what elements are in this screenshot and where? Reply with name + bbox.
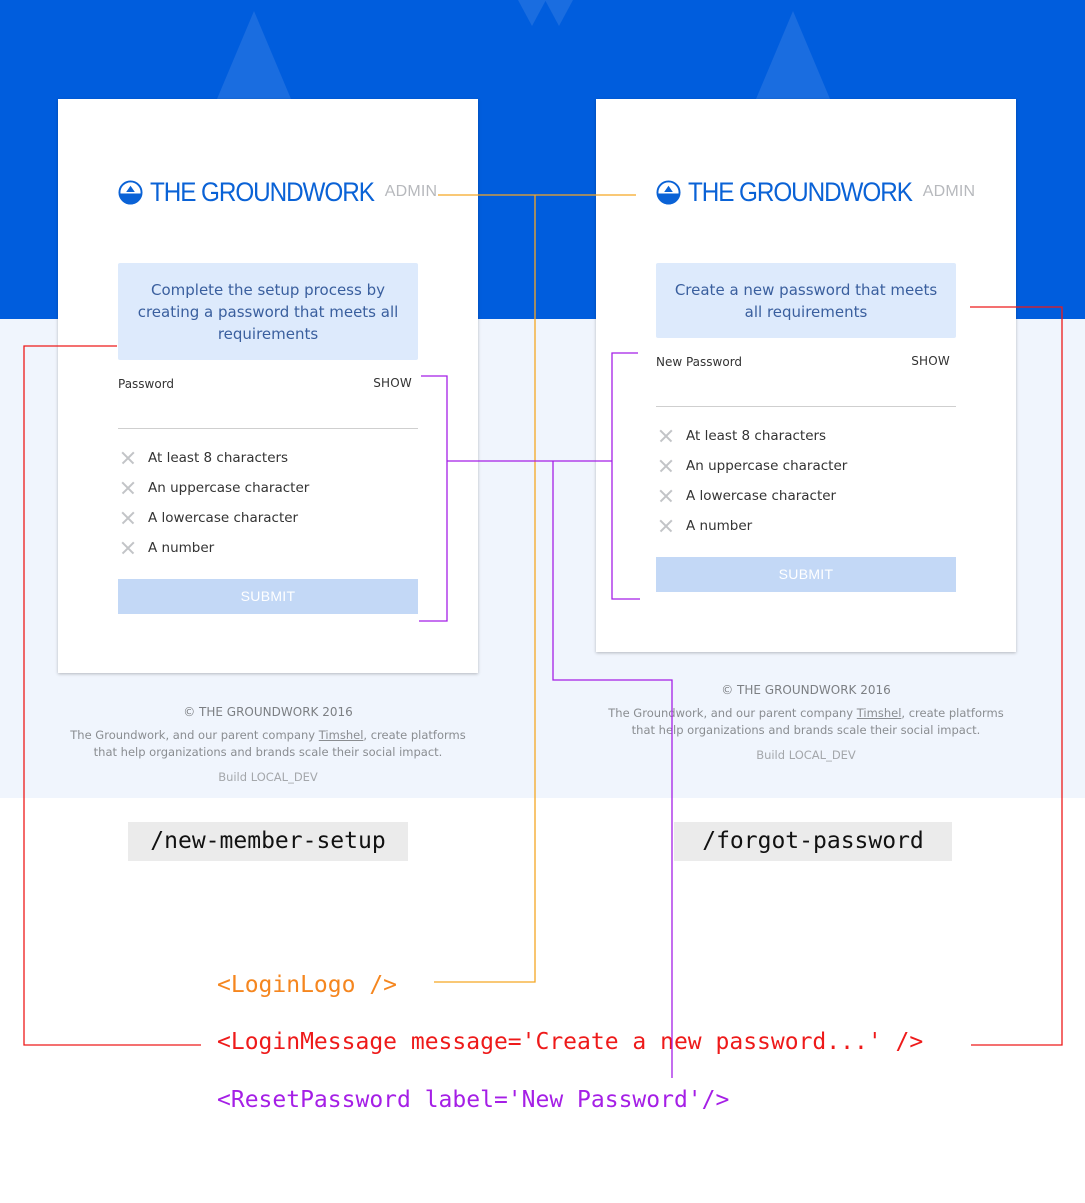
login-logo: THE GROUNDWORK ADMIN — [118, 175, 437, 209]
requirement-text: A lowercase character — [686, 488, 837, 504]
requirement-text: An uppercase character — [148, 480, 310, 496]
background-triangle — [217, 11, 291, 99]
x-icon — [118, 448, 138, 468]
background-triangle — [545, 0, 573, 26]
submit-button[interactable]: SUBMIT — [656, 557, 956, 592]
x-icon — [118, 508, 138, 528]
timshel-link[interactable]: Timshel — [857, 706, 902, 720]
password-label: Password — [118, 377, 175, 391]
timshel-link[interactable]: Timshel — [319, 728, 364, 742]
requirement-item: At least 8 characters — [118, 443, 418, 473]
build-label: Build LOCAL_DEV — [756, 748, 856, 762]
requirement-item: An uppercase character — [656, 451, 956, 481]
show-password-toggle[interactable]: SHOW — [373, 376, 412, 390]
login-footer: © THE GROUNDWORK 2016 The Groundwork, an… — [58, 705, 478, 784]
show-password-toggle[interactable]: SHOW — [911, 354, 950, 368]
requirement-text: An uppercase character — [686, 458, 848, 474]
requirement-item: A lowercase character — [118, 503, 418, 533]
x-icon — [118, 538, 138, 558]
forgot-password-card: THE GROUNDWORK ADMIN Create a new passwo… — [596, 99, 1016, 652]
footer-blurb: The Groundwork, and our parent company T… — [596, 705, 1016, 739]
password-requirements: At least 8 characters An uppercase chara… — [656, 421, 956, 541]
logo-title: THE GROUNDWORK — [688, 176, 913, 207]
background-triangle — [518, 0, 546, 26]
logo-admin-label: ADMIN — [922, 183, 976, 200]
requirement-text: At least 8 characters — [148, 450, 289, 466]
logo-admin-label: ADMIN — [384, 183, 438, 200]
login-message: Complete the setup process by creating a… — [118, 263, 418, 360]
footer-blurb: The Groundwork, and our parent company T… — [58, 727, 478, 761]
build-label: Build LOCAL_DEV — [218, 770, 318, 784]
requirement-item: At least 8 characters — [656, 421, 956, 451]
password-underline — [656, 406, 956, 407]
login-logo: THE GROUNDWORK ADMIN — [656, 175, 975, 209]
groundwork-logo-icon — [656, 179, 681, 205]
logo-title: THE GROUNDWORK — [150, 176, 375, 207]
requirement-item: A lowercase character — [656, 481, 956, 511]
requirement-text: A number — [686, 518, 753, 534]
login-message: Create a new password that meets all req… — [656, 263, 956, 338]
requirement-item: A number — [118, 533, 418, 563]
route-label-forgot-password: /forgot-password — [674, 822, 952, 861]
groundwork-logo-icon — [118, 179, 143, 205]
x-icon — [118, 478, 138, 498]
new-member-setup-card: THE GROUNDWORK ADMIN Complete the setup … — [58, 99, 478, 673]
password-requirements: At least 8 characters An uppercase chara… — [118, 443, 418, 563]
component-login-logo: <LoginLogo /> — [217, 972, 398, 998]
blurb-text: The Groundwork, and our parent company — [70, 728, 319, 742]
password-label: New Password — [656, 355, 743, 369]
password-input[interactable] — [656, 381, 956, 403]
submit-button[interactable]: SUBMIT — [118, 579, 418, 614]
x-icon — [656, 516, 676, 536]
password-underline — [118, 428, 418, 429]
requirement-text: A lowercase character — [148, 510, 299, 526]
password-input[interactable] — [118, 403, 418, 425]
requirement-text: A number — [148, 540, 215, 556]
x-icon — [656, 426, 676, 446]
requirement-item: An uppercase character — [118, 473, 418, 503]
copyright-text: © THE GROUNDWORK 2016 — [183, 705, 353, 719]
requirement-text: At least 8 characters — [686, 428, 827, 444]
component-login-message: <LoginMessage message='Create a new pass… — [217, 1029, 924, 1055]
login-footer: © THE GROUNDWORK 2016 The Groundwork, an… — [596, 683, 1016, 762]
requirement-item: A number — [656, 511, 956, 541]
background-triangle — [756, 11, 830, 99]
route-label-new-member-setup: /new-member-setup — [128, 822, 408, 861]
x-icon — [656, 456, 676, 476]
x-icon — [656, 486, 676, 506]
copyright-text: © THE GROUNDWORK 2016 — [721, 683, 891, 697]
blurb-text: The Groundwork, and our parent company — [608, 706, 857, 720]
component-reset-password: <ResetPassword label='New Password'/> — [217, 1087, 730, 1113]
